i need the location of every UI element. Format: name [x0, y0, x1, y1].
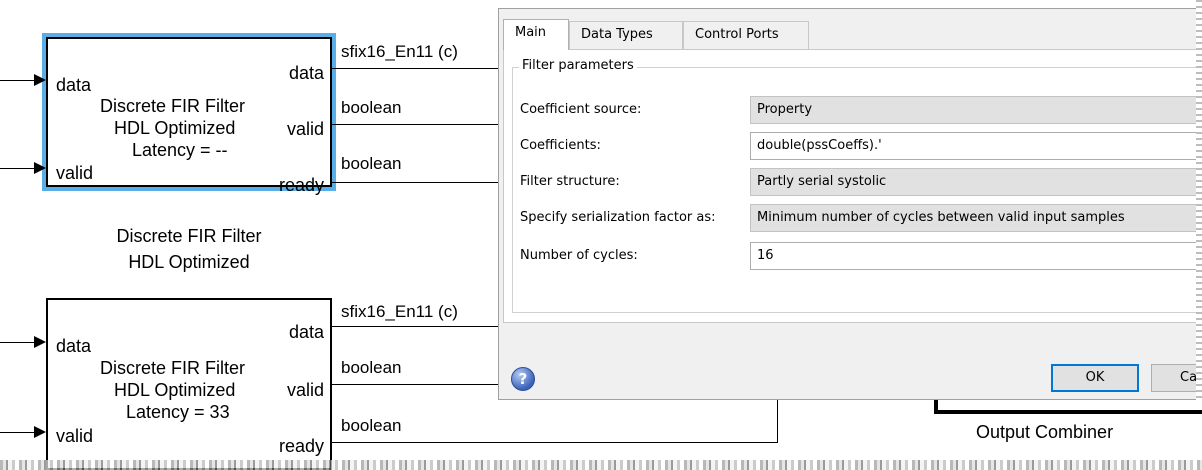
block-parameters-dialog: Main Data Types Control Ports Filter par… — [498, 8, 1202, 400]
block1-in-valid-arrow — [34, 162, 46, 174]
block1-in-valid-line — [0, 168, 36, 169]
serialization-factor-label: Specify serialization factor as: — [520, 210, 716, 225]
dialog-right-edge — [1196, 0, 1202, 400]
block1-in-valid-port-label: valid — [56, 163, 94, 183]
tab-data-types[interactable]: Data Types — [569, 21, 683, 49]
block1-signal-ready-label: boolean — [341, 154, 402, 173]
block2-in-valid-arrow — [34, 426, 46, 438]
fir-filter-block-1[interactable]: data valid data valid ready Discrete FIR… — [46, 37, 332, 195]
block1-title-line1: Discrete FIR Filter — [100, 96, 246, 116]
block2-out-ready-port-label: ready — [278, 436, 324, 456]
block2-in-data-port-label: data — [56, 336, 92, 356]
block1-signal-data-label: sfix16_En11 (c) — [341, 42, 458, 61]
fir-filter-block-2[interactable]: data valid data valid ready Discrete FIR… — [46, 298, 332, 470]
bottom-canvas-clutter — [0, 460, 1202, 470]
block1-out-data-port-label: data — [288, 63, 324, 83]
number-of-cycles-input[interactable]: 16 — [750, 242, 1202, 270]
block1-in-data-line — [0, 80, 36, 81]
block2-in-valid-line — [0, 432, 36, 433]
block2-latency: Latency = 33 — [126, 402, 230, 422]
block2-in-valid-port-label: valid — [56, 426, 94, 446]
tab-main[interactable]: Main — [503, 19, 569, 50]
block1-signal-valid-label: boolean — [341, 98, 402, 117]
block2-title-line1: Discrete FIR Filter — [100, 358, 246, 378]
block2-out-ready-line — [332, 442, 778, 443]
coefficients-input[interactable]: double(pssCoeffs).' — [750, 132, 1202, 160]
block1-caption-line1: Discrete FIR Filter — [116, 226, 262, 246]
help-icon[interactable]: ? — [511, 367, 535, 391]
coefficients-label: Coefficients: — [520, 138, 601, 153]
block1-out-data-line — [332, 68, 498, 69]
block1-in-data-arrow — [34, 74, 46, 86]
serialization-factor-dropdown[interactable]: Minimum number of cycles between valid i… — [750, 204, 1202, 232]
number-of-cycles-label: Number of cycles: — [520, 248, 638, 263]
filter-parameters-title: Filter parameters — [519, 58, 637, 73]
block1-in-data-port-label: data — [56, 75, 92, 95]
block1-out-ready-line — [332, 182, 498, 183]
coefficient-source-label: Coefficient source: — [520, 102, 642, 117]
filter-structure-dropdown[interactable]: Partly serial systolic — [750, 168, 1202, 196]
filter-structure-label: Filter structure: — [520, 174, 620, 189]
block2-out-valid-port-label: valid — [286, 380, 324, 400]
block2-out-data-port-label: data — [288, 322, 324, 342]
block1-out-valid-line — [332, 124, 498, 125]
block2-in-data-arrow — [34, 336, 46, 348]
ok-button[interactable]: OK — [1051, 364, 1139, 392]
block1-latency: Latency = -- — [132, 140, 228, 160]
output-combiner-label: Output Combiner — [976, 422, 1114, 442]
cancel-button[interactable]: Can — [1151, 364, 1202, 392]
tab-control-ports[interactable]: Control Ports — [683, 21, 809, 49]
block2-in-data-line — [0, 342, 36, 343]
block2-out-valid-line — [332, 384, 498, 385]
main-tab-pane: Filter parameters Coefficient source: Pr… — [503, 49, 1202, 323]
block2-out-data-line — [332, 326, 498, 327]
coefficient-source-dropdown[interactable]: Property — [750, 96, 1202, 124]
block2-title-line2: HDL Optimized — [114, 380, 236, 400]
block1-out-valid-port-label: valid — [286, 119, 324, 139]
block2-signal-valid-label: boolean — [341, 358, 402, 377]
output-combiner-block[interactable] — [934, 398, 1202, 414]
block2-signal-ready-label: boolean — [341, 416, 402, 435]
block1-caption-line2: HDL Optimized — [128, 252, 250, 272]
block1-out-ready-port-label: ready — [278, 175, 324, 195]
block2-signal-data-label: sfix16_En11 (c) — [341, 302, 458, 321]
filter-parameters-group: Filter parameters Coefficient source: Pr… — [512, 58, 1202, 313]
block2-out-ready-riser — [777, 400, 778, 443]
block1-title-line2: HDL Optimized — [114, 118, 236, 138]
